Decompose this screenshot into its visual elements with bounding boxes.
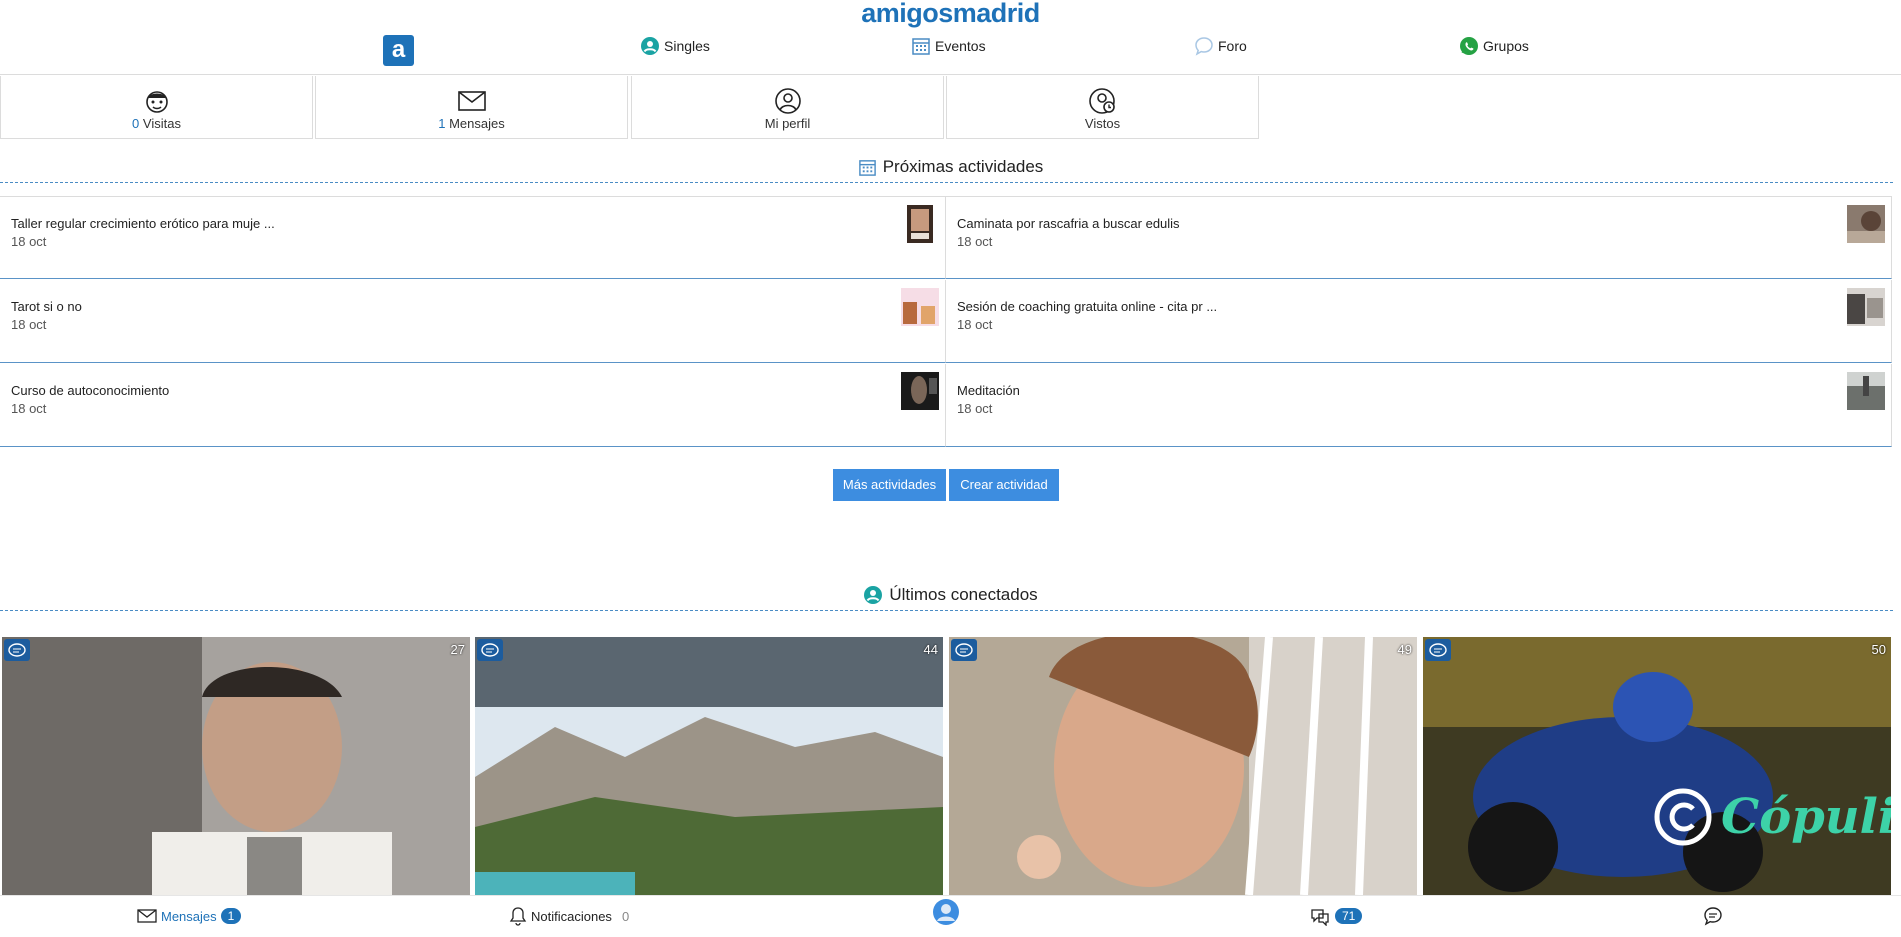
- activity-date: 18 oct: [957, 401, 993, 416]
- chat-bubbles-icon: [1311, 909, 1329, 926]
- profile-age: 44: [923, 642, 938, 657]
- profile-card[interactable]: Cópuli 50: [1423, 637, 1891, 895]
- bottom-notificaciones-label: Notificaciones: [531, 908, 612, 924]
- activity-title: Tarot si o no: [11, 299, 82, 314]
- avatar: [933, 899, 959, 925]
- speech-bubble-icon: [1195, 37, 1213, 56]
- nav-grupos[interactable]: Grupos: [1459, 35, 1529, 57]
- bottom-profile[interactable]: [932, 899, 960, 925]
- activity-thumbnail: [1847, 372, 1885, 410]
- vistos-box[interactable]: Vistos: [946, 76, 1259, 139]
- chat-icon[interactable]: [1425, 639, 1451, 661]
- activities-title: Próximas actividades: [882, 157, 1044, 176]
- profile-age: 49: [1397, 642, 1412, 657]
- activity-thumbnail: [901, 372, 939, 410]
- profile-icon: [774, 88, 801, 114]
- activity-thumbnail: [1847, 205, 1885, 243]
- watermark-text: Cópuli: [1721, 789, 1891, 845]
- brand-logo-text[interactable]: amigosmadrid: [0, 0, 1901, 29]
- activity-item[interactable]: Meditación 18 oct: [946, 364, 1892, 447]
- activity-item[interactable]: Tarot si o no 18 oct: [0, 280, 946, 363]
- activity-date: 18 oct: [957, 234, 993, 249]
- chat-icon[interactable]: [951, 639, 977, 661]
- mensajes-label: 1 Mensajes: [316, 116, 627, 131]
- activity-date: 18 oct: [11, 317, 47, 332]
- profile-photo: [1423, 637, 1891, 895]
- nav-eventos[interactable]: Eventos: [911, 35, 986, 57]
- activity-date: 18 oct: [11, 234, 47, 249]
- profile-card[interactable]: 49: [949, 637, 1417, 895]
- chats-badge: 71: [1335, 908, 1363, 924]
- mi-perfil-box[interactable]: Mi perfil: [631, 76, 944, 139]
- profile-age: 27: [450, 642, 465, 657]
- nav-foro[interactable]: Foro: [1194, 35, 1247, 57]
- activity-item[interactable]: Caminata por rascafria a buscar edulis 1…: [946, 196, 1892, 279]
- nav-singles-label: Singles: [664, 38, 710, 54]
- watermark: Cópuli: [1653, 787, 1891, 847]
- bottom-notificaciones[interactable]: Notificaciones 0: [509, 904, 629, 928]
- bottom-chats[interactable]: 71: [1309, 904, 1363, 928]
- bottom-mensajes[interactable]: Mensajes 1: [137, 904, 242, 928]
- activity-title: Meditación: [957, 383, 1020, 398]
- chat-icon[interactable]: [477, 639, 503, 661]
- profile-photo: [949, 637, 1417, 895]
- whatsapp-icon: [1460, 37, 1478, 55]
- bell-icon: [509, 907, 527, 926]
- top-header: amigosmadrid a Singles Eventos Foro Grup…: [0, 0, 1901, 75]
- visitas-text: Visitas: [139, 116, 181, 131]
- connected-title: Últimos conectados: [889, 585, 1038, 604]
- singles-icon: [641, 37, 659, 55]
- mensajes-box[interactable]: 1 Mensajes: [315, 76, 628, 139]
- activities-divider: [0, 182, 1893, 183]
- activity-title: Caminata por rascafria a buscar edulis: [957, 216, 1180, 231]
- profile-age: 50: [1871, 642, 1886, 657]
- mensajes-text: Mensajes: [445, 116, 505, 131]
- singles-icon: [864, 586, 883, 604]
- nav-foro-label: Foro: [1218, 38, 1247, 54]
- activity-item[interactable]: Sesión de coaching gratuita online - cit…: [946, 280, 1892, 363]
- vistos-label: Vistos: [1084, 116, 1121, 131]
- profile-photo: [475, 637, 943, 895]
- visitas-box[interactable]: 0 Visitas: [0, 76, 313, 139]
- speech-bubble-icon: [1704, 907, 1722, 926]
- profile-card[interactable]: 44: [475, 637, 943, 895]
- connected-heading: Últimos conectados: [0, 585, 1901, 605]
- nav-grupos-label: Grupos: [1483, 38, 1529, 54]
- activity-title: Curso de autoconocimiento: [11, 383, 170, 398]
- bottom-mensajes-label: Mensajes: [161, 908, 217, 924]
- notificaciones-count: 0: [621, 908, 630, 924]
- visitas-label: 0 Visitas: [1, 116, 312, 131]
- activity-item[interactable]: Taller regular crecimiento erótico para …: [0, 196, 946, 279]
- nav-eventos-label: Eventos: [935, 38, 986, 54]
- activity-date: 18 oct: [11, 401, 47, 416]
- mensajes-badge: 1: [220, 908, 242, 924]
- envelope-icon: [137, 909, 157, 923]
- calendar-icon: [858, 159, 876, 176]
- activity-thumbnail: [907, 205, 933, 243]
- calendar-icon: [912, 38, 930, 55]
- activity-date: 18 oct: [957, 317, 993, 332]
- bottom-bar: Mensajes 1 Notificaciones 0 71: [0, 895, 1901, 937]
- envelope-icon: [457, 91, 486, 111]
- profile-card[interactable]: 27: [2, 637, 470, 895]
- activity-item[interactable]: Curso de autoconocimiento 18 oct: [0, 364, 946, 447]
- nav-singles[interactable]: Singles: [640, 35, 710, 57]
- activity-title: Sesión de coaching gratuita online - cit…: [957, 299, 1218, 314]
- more-activities-button[interactable]: Más actividades: [833, 469, 946, 501]
- activity-thumbnail: [1847, 288, 1885, 326]
- bottom-messenger[interactable]: [1703, 904, 1723, 928]
- connected-divider: [0, 610, 1893, 611]
- mi-perfil-label: Mi perfil: [764, 116, 811, 131]
- chat-icon[interactable]: [4, 639, 30, 661]
- copyright-icon: [1654, 788, 1712, 846]
- viewed-profile-icon: [1088, 88, 1115, 114]
- profile-photo: [2, 637, 470, 895]
- activity-title: Taller regular crecimiento erótico para …: [11, 216, 275, 231]
- visitor-face-icon: [145, 91, 168, 113]
- activity-thumbnail: [901, 288, 939, 326]
- create-activity-button[interactable]: Crear actividad: [949, 469, 1059, 501]
- app-logo-badge[interactable]: a: [383, 35, 414, 66]
- activities-heading: Próximas actividades: [0, 157, 1901, 177]
